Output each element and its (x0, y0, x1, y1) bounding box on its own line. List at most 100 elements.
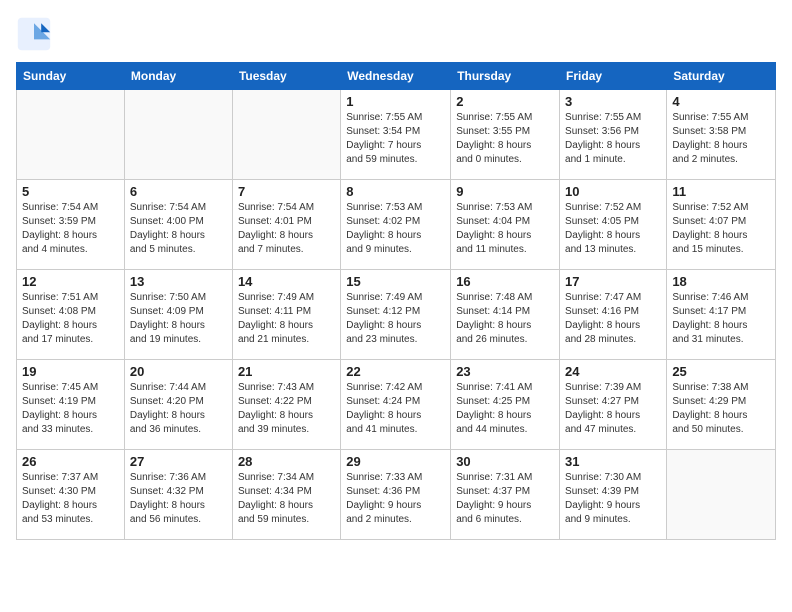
day-number: 10 (565, 184, 661, 199)
day-number: 13 (130, 274, 227, 289)
days-header-row: SundayMondayTuesdayWednesdayThursdayFrid… (17, 63, 776, 90)
day-number: 31 (565, 454, 661, 469)
calendar-cell: 8 Sunrise: 7:53 AMSunset: 4:02 PMDaylight… (341, 180, 451, 270)
calendar-cell: 15Sunrise: 7:49 AMSunset: 4:12 PMDayligh… (341, 270, 451, 360)
calendar-week-row: 1Sunrise: 7:55 AMSunset: 3:54 PMDaylight… (17, 90, 776, 180)
day-number: 18 (672, 274, 770, 289)
day-info: Sunrise: 7:45 AMSunset: 4:19 PMDaylight:… (22, 381, 119, 437)
calendar-cell: 22Sunrise: 7:42 AMSunset: 4:24 PMDayligh… (341, 360, 451, 450)
day-number: 28 (238, 454, 335, 469)
day-info: Sunrise: 7:34 AMSunset: 4:34 PMDaylight:… (238, 471, 335, 527)
day-info: Sunrise: 7:43 AMSunset: 4:22 PMDaylight:… (238, 381, 335, 437)
day-header-monday: Monday (124, 63, 232, 90)
day-info: Sunrise: 7:54 AMSunset: 3:59 PMDaylight:… (22, 201, 119, 257)
calendar-cell: 18 Sunrise: 7:46 AMSunset: 4:17 PMDayligh… (667, 270, 776, 360)
day-number: 8 (346, 184, 445, 199)
calendar-cell (17, 90, 125, 180)
calendar-cell: 12 Sunrise: 7:51 AMSunset: 4:08 PMDayligh… (17, 270, 125, 360)
day-number: 11 (672, 184, 770, 199)
day-info: Sunrise: 7:36 AMSunset: 4:32 PMDaylight:… (130, 471, 227, 527)
day-number: 6 (130, 184, 227, 199)
calendar-cell: 3 Sunrise: 7:55 AMSunset: 3:56 PMDaylight… (560, 90, 667, 180)
calendar-cell: 21 Sunrise: 7:43 AMSunset: 4:22 PMDayligh… (232, 360, 340, 450)
day-number: 16 (456, 274, 554, 289)
calendar-cell: 27 Sunrise: 7:36 AMSunset: 4:32 PMDayligh… (124, 450, 232, 540)
calendar-cell: 31 Sunrise: 7:30 AMSunset: 4:39 PMDayligh… (560, 450, 667, 540)
day-info: Sunrise: 7:37 AMSunset: 4:30 PMDaylight:… (22, 471, 119, 527)
page-header (16, 16, 776, 52)
day-number: 9 (456, 184, 554, 199)
calendar-cell: 17 Sunrise: 7:47 AMSunset: 4:16 PMDayligh… (560, 270, 667, 360)
day-number: 26 (22, 454, 119, 469)
day-number: 2 (456, 94, 554, 109)
day-number: 12 (22, 274, 119, 289)
calendar-cell: 14 Sunrise: 7:49 AMSunset: 4:11 PMDayligh… (232, 270, 340, 360)
day-number: 3 (565, 94, 661, 109)
calendar-cell: 25Sunrise: 7:38 AMSunset: 4:29 PMDayligh… (667, 360, 776, 450)
day-number: 24 (565, 364, 661, 379)
day-info: Sunrise: 7:47 AMSunset: 4:16 PMDaylight:… (565, 291, 661, 347)
day-info: Sunrise: 7:54 AMSunset: 4:00 PMDaylight:… (130, 201, 227, 257)
day-info: Sunrise: 7:31 AMSunset: 4:37 PMDaylight:… (456, 471, 554, 527)
day-number: 29 (346, 454, 445, 469)
day-number: 19 (22, 364, 119, 379)
day-number: 17 (565, 274, 661, 289)
day-number: 4 (672, 94, 770, 109)
calendar-cell: 10 Sunrise: 7:52 AMSunset: 4:05 PMDayligh… (560, 180, 667, 270)
day-info: Sunrise: 7:30 AMSunset: 4:39 PMDaylight:… (565, 471, 661, 527)
day-info: Sunrise: 7:44 AMSunset: 4:20 PMDaylight:… (130, 381, 227, 437)
day-number: 21 (238, 364, 335, 379)
day-info: Sunrise: 7:52 AMSunset: 4:07 PMDaylight:… (672, 201, 770, 257)
day-info: Sunrise: 7:50 AMSunset: 4:09 PMDaylight:… (130, 291, 227, 347)
day-info: Sunrise: 7:41 AMSunset: 4:25 PMDaylight:… (456, 381, 554, 437)
day-info: Sunrise: 7:33 AMSunset: 4:36 PMDaylight:… (346, 471, 445, 527)
day-number: 14 (238, 274, 335, 289)
calendar-week-row: 12 Sunrise: 7:51 AMSunset: 4:08 PMDayligh… (17, 270, 776, 360)
day-info: Sunrise: 7:42 AMSunset: 4:24 PMDaylight:… (346, 381, 445, 437)
day-info: Sunrise: 7:46 AMSunset: 4:17 PMDaylight:… (672, 291, 770, 347)
calendar-cell: 7Sunrise: 7:54 AMSunset: 4:01 PMDaylight… (232, 180, 340, 270)
day-number: 7 (238, 184, 335, 199)
calendar-cell: 6 Sunrise: 7:54 AMSunset: 4:00 PMDaylight… (124, 180, 232, 270)
calendar-week-row: 26 Sunrise: 7:37 AMSunset: 4:30 PMDayligh… (17, 450, 776, 540)
day-header-saturday: Saturday (667, 63, 776, 90)
calendar-cell (232, 90, 340, 180)
calendar-cell: 13 Sunrise: 7:50 AMSunset: 4:09 PMDayligh… (124, 270, 232, 360)
calendar-week-row: 19 Sunrise: 7:45 AMSunset: 4:19 PMDayligh… (17, 360, 776, 450)
calendar-cell: 20 Sunrise: 7:44 AMSunset: 4:20 PMDayligh… (124, 360, 232, 450)
calendar-cell: 29 Sunrise: 7:33 AMSunset: 4:36 PMDayligh… (341, 450, 451, 540)
day-info: Sunrise: 7:52 AMSunset: 4:05 PMDaylight:… (565, 201, 661, 257)
calendar-cell: 11 Sunrise: 7:52 AMSunset: 4:07 PMDayligh… (667, 180, 776, 270)
calendar-cell: 1Sunrise: 7:55 AMSunset: 3:54 PMDaylight… (341, 90, 451, 180)
calendar-cell: 5 Sunrise: 7:54 AMSunset: 3:59 PMDaylight… (17, 180, 125, 270)
calendar-cell: 9 Sunrise: 7:53 AMSunset: 4:04 PMDaylight… (451, 180, 560, 270)
day-info: Sunrise: 7:49 AMSunset: 4:11 PMDaylight:… (238, 291, 335, 347)
calendar-cell: 4Sunrise: 7:55 AMSunset: 3:58 PMDaylight… (667, 90, 776, 180)
calendar-week-row: 5 Sunrise: 7:54 AMSunset: 3:59 PMDaylight… (17, 180, 776, 270)
day-number: 30 (456, 454, 554, 469)
day-header-tuesday: Tuesday (232, 63, 340, 90)
day-info: Sunrise: 7:55 AMSunset: 3:56 PMDaylight:… (565, 111, 661, 167)
day-number: 27 (130, 454, 227, 469)
day-info: Sunrise: 7:55 AMSunset: 3:54 PMDaylight:… (346, 111, 445, 167)
day-header-wednesday: Wednesday (341, 63, 451, 90)
logo-icon (16, 16, 52, 52)
day-number: 20 (130, 364, 227, 379)
day-info: Sunrise: 7:39 AMSunset: 4:27 PMDaylight:… (565, 381, 661, 437)
day-header-thursday: Thursday (451, 63, 560, 90)
day-info: Sunrise: 7:55 AMSunset: 3:55 PMDaylight:… (456, 111, 554, 167)
day-info: Sunrise: 7:53 AMSunset: 4:02 PMDaylight:… (346, 201, 445, 257)
day-number: 15 (346, 274, 445, 289)
day-number: 23 (456, 364, 554, 379)
day-info: Sunrise: 7:38 AMSunset: 4:29 PMDaylight:… (672, 381, 770, 437)
calendar-cell: 26 Sunrise: 7:37 AMSunset: 4:30 PMDayligh… (17, 450, 125, 540)
day-number: 5 (22, 184, 119, 199)
calendar-cell (124, 90, 232, 180)
calendar-cell: 16Sunrise: 7:48 AMSunset: 4:14 PMDayligh… (451, 270, 560, 360)
day-info: Sunrise: 7:51 AMSunset: 4:08 PMDaylight:… (22, 291, 119, 347)
calendar-cell (667, 450, 776, 540)
day-header-friday: Friday (560, 63, 667, 90)
logo (16, 16, 58, 52)
calendar-cell: 2 Sunrise: 7:55 AMSunset: 3:55 PMDaylight… (451, 90, 560, 180)
day-info: Sunrise: 7:53 AMSunset: 4:04 PMDaylight:… (456, 201, 554, 257)
